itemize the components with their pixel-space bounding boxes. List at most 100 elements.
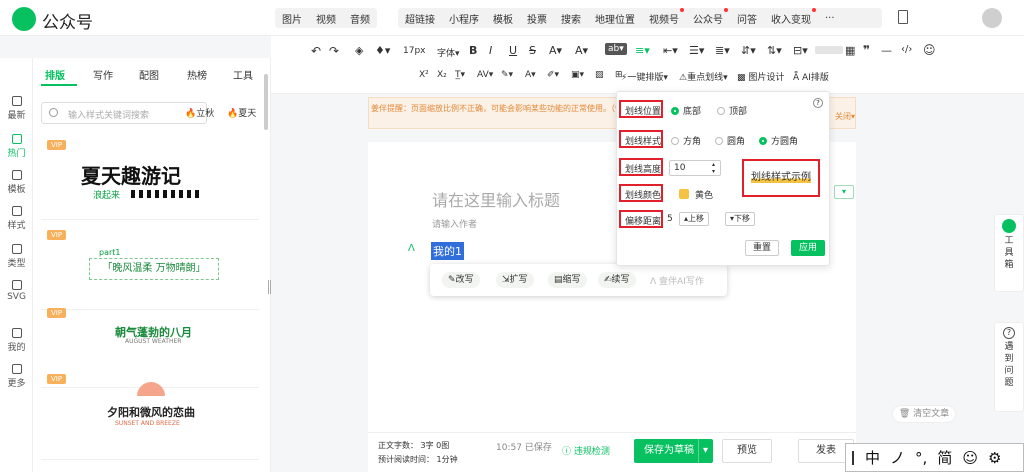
margin-icon[interactable]: ⊟▾ <box>793 44 808 57</box>
divider-select[interactable] <box>815 46 843 54</box>
menu-account[interactable]: 公众号 <box>686 7 730 26</box>
avatar[interactable] <box>982 8 1002 28</box>
style-card[interactable]: VIP part1 「晚风温柔 万物晴朗」 <box>41 230 259 310</box>
spacing-icon[interactable]: ⇵▾ <box>741 44 756 57</box>
help-widget[interactable]: ? 遇到问题 <box>994 322 1024 412</box>
menu-vote[interactable]: 投票 <box>520 11 554 26</box>
nav-types[interactable]: 类型 <box>0 244 33 269</box>
subscript-icon[interactable]: X₂ <box>437 70 447 80</box>
font-color-icon[interactable]: A▾ <box>549 44 562 57</box>
reset-button[interactable]: 重置 <box>745 240 779 256</box>
ai-continue-button[interactable]: ✍续写 <box>598 272 636 288</box>
list-icon[interactable]: ☰▾ <box>689 44 704 57</box>
style-squircle-radio[interactable]: 方圆角 <box>759 134 798 147</box>
image-tool-icon[interactable]: ▨ <box>595 70 604 80</box>
redo-icon[interactable]: ↷ <box>329 44 339 58</box>
height-stepper[interactable]: 10 ▴ ▾ <box>669 160 721 176</box>
ai-rewrite-button[interactable]: ✎改写 <box>442 272 480 288</box>
nav-hot[interactable]: 热门 <box>0 134 33 159</box>
notice-close[interactable]: 关闭▾ <box>835 111 855 122</box>
text-effect-icon[interactable]: A▾ <box>525 70 536 80</box>
selected-text[interactable]: 我的1 <box>431 242 464 260</box>
nav-more[interactable]: 更多 <box>0 364 33 389</box>
menu-audio[interactable]: 音频 <box>343 11 377 26</box>
highlight-icon[interactable]: A▾ <box>575 44 588 57</box>
undo-icon[interactable]: ↶ <box>311 44 321 58</box>
color-swatch[interactable] <box>679 189 689 199</box>
emoji-icon[interactable]: ☺ <box>923 43 936 57</box>
ai-shorten-button[interactable]: ▤缩写 <box>548 272 587 288</box>
nav-templates[interactable]: 模板 <box>0 170 33 195</box>
tab-tools[interactable]: 工具 <box>233 67 253 82</box>
nav-mine[interactable]: 我的 <box>0 328 33 353</box>
move-up-button[interactable]: ▴上移 <box>679 212 710 226</box>
format-painter-icon[interactable]: ◈ <box>355 44 363 57</box>
menu-video[interactable]: 视频 <box>309 11 343 26</box>
frame-icon[interactable]: ▣▾ <box>571 70 584 80</box>
one-click-layout-button[interactable]: ⚡一键排版▾ <box>621 70 668 83</box>
ime-simplified[interactable]: 简 <box>932 447 957 468</box>
toolbox-widget[interactable]: 工具箱 <box>994 214 1024 292</box>
ime-emoji-icon[interactable]: ☺ <box>957 449 983 467</box>
spacing-adjust-icon[interactable]: AV▾ <box>477 70 493 80</box>
title-input[interactable]: 请在这里输入标题 <box>432 187 560 211</box>
move-down-button[interactable]: ▾下移 <box>725 212 756 226</box>
letter-spacing-icon[interactable]: T̲▾ <box>455 70 465 80</box>
menu-hyperlink[interactable]: 超链接 <box>398 11 442 26</box>
font-family-select[interactable]: 字体▾ <box>437 46 460 59</box>
style-square-radio[interactable]: 方角 <box>671 134 701 147</box>
nav-styles[interactable]: 样式 <box>0 206 33 231</box>
hr-icon[interactable]: — <box>881 44 892 57</box>
tab-layout[interactable]: 排版 <box>45 67 65 82</box>
paragraph-icon[interactable]: ⇅▾ <box>767 44 782 57</box>
save-draft-button[interactable]: 保存为草稿 ▾ <box>634 439 713 463</box>
help-icon[interactable]: ? <box>813 98 823 108</box>
menu-template[interactable]: 模板 <box>486 11 520 26</box>
panel-scrollbar[interactable] <box>264 74 268 130</box>
apply-button[interactable]: 应用 <box>791 240 825 256</box>
align-icon[interactable]: ≡▾ <box>635 44 650 57</box>
author-input[interactable]: 请输入作者 <box>432 217 477 230</box>
nav-svg[interactable]: SVG <box>0 280 33 302</box>
tag-summer[interactable]: 🔥夏天 <box>227 106 256 119</box>
code-style-icon[interactable]: ab▾ <box>605 43 627 55</box>
ime-handle[interactable] <box>852 450 854 465</box>
ime-moon-icon[interactable]: ノ <box>885 447 910 468</box>
menu-qa[interactable]: 问答 <box>730 11 764 26</box>
ai-expand-button[interactable]: ⇲扩写 <box>496 272 534 288</box>
menu-monetize[interactable]: 收入变现 <box>764 7 818 26</box>
key-underline-button[interactable]: ⚠重点划线▾ <box>679 70 728 83</box>
italic-icon[interactable]: I <box>489 44 492 57</box>
color-name[interactable]: 黄色 <box>695 188 713 201</box>
quote-icon[interactable]: ❞ <box>863 43 870 57</box>
table-icon[interactable]: ▦ <box>845 44 855 57</box>
tab-write[interactable]: 写作 <box>93 67 113 82</box>
indent-icon[interactable]: ⇤▾ <box>663 44 678 57</box>
underline-icon[interactable]: U <box>509 44 517 57</box>
style-card[interactable]: VIP 夕阳和微风的恋曲 SUNSET AND BREEZE <box>41 374 259 460</box>
menu-channels[interactable]: 视频号 <box>642 7 686 26</box>
menu-more[interactable]: ··· <box>818 13 842 24</box>
menu-search[interactable]: 搜索 <box>554 11 588 26</box>
magic-wand-icon[interactable]: ✎▾ <box>501 70 513 80</box>
nav-latest[interactable]: 最新 <box>0 96 33 121</box>
font-size-select[interactable]: 17px <box>403 46 426 56</box>
image-design-button[interactable]: ▩ 图片设计 <box>737 70 784 83</box>
menu-location[interactable]: 地理位置 <box>588 11 642 26</box>
style-round-radio[interactable]: 圆角 <box>715 134 745 147</box>
ai-assist-icon[interactable]: Ʌ <box>408 243 415 254</box>
document-icon[interactable] <box>898 10 908 24</box>
compliance-check[interactable]: ⓘ 违规检测 <box>562 444 610 457</box>
expand-badge[interactable]: ▾ <box>834 185 854 199</box>
position-top-radio[interactable]: 顶部 <box>717 104 747 117</box>
menu-image[interactable]: 图片 <box>275 11 309 26</box>
bold-icon[interactable]: B <box>469 44 477 57</box>
tag-liqiu[interactable]: 🔥立秋 <box>185 106 214 119</box>
ime-punct[interactable]: °, <box>910 449 932 467</box>
preview-button[interactable]: 预览 <box>722 439 772 463</box>
menu-miniprogram[interactable]: 小程序 <box>442 11 486 26</box>
superscript-icon[interactable]: X² <box>419 70 429 80</box>
style-search-input[interactable]: 输入样式关键词搜索 <box>41 102 207 124</box>
ime-settings-icon[interactable]: ⚙ <box>983 449 1006 467</box>
style-card[interactable]: VIP 夏天趣游记 浪起来 <box>41 140 259 220</box>
